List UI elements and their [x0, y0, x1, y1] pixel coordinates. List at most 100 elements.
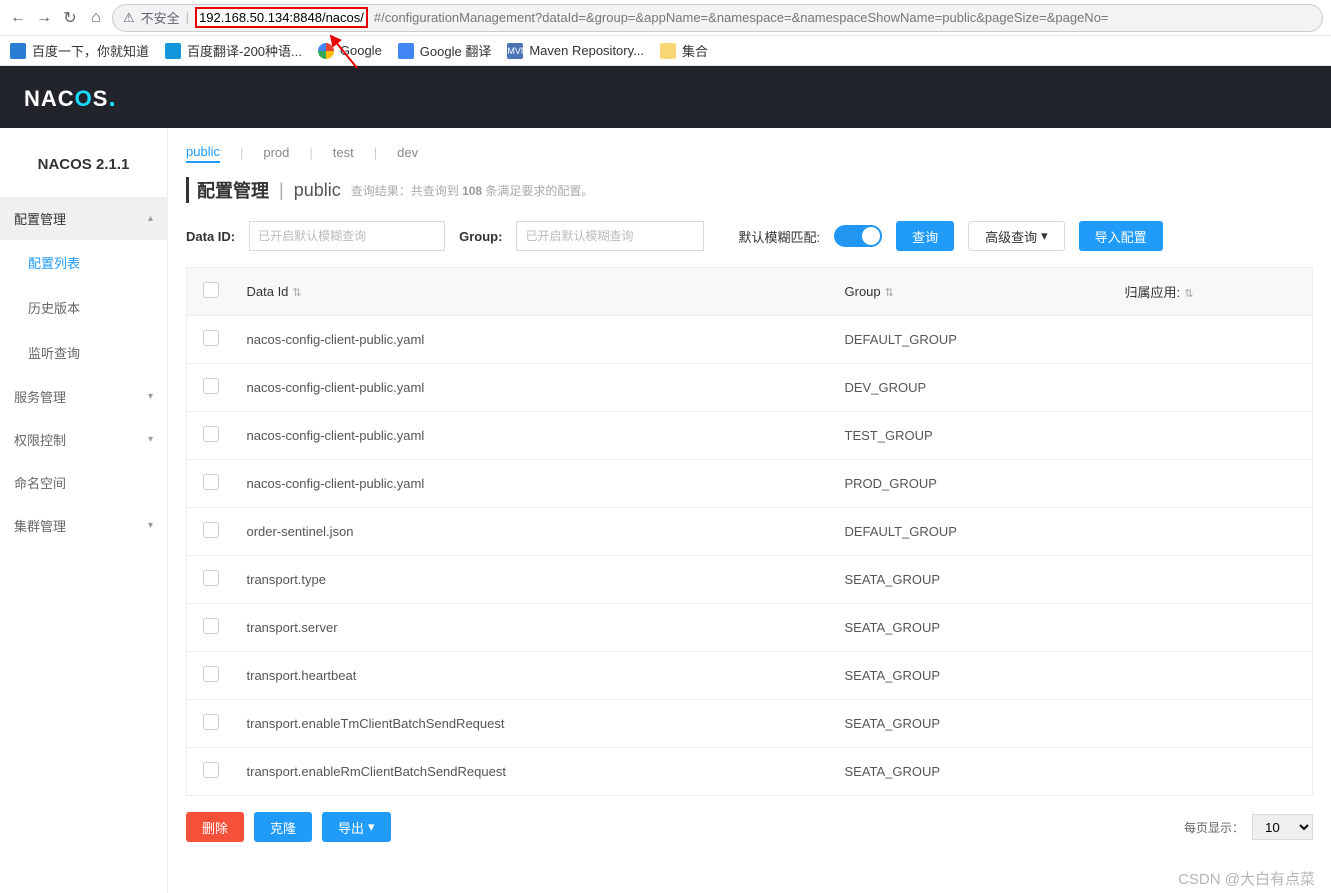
url-highlight: 192.168.50.134:8848/nacos/	[195, 7, 368, 28]
reload-icon[interactable]: ↻	[60, 8, 80, 28]
cell-app	[1113, 364, 1313, 412]
sidebar-item-config-list[interactable]: 配置列表	[0, 240, 167, 285]
cell-app	[1113, 652, 1313, 700]
table-row[interactable]: nacos-config-client-public.yaml DEV_GROU…	[187, 364, 1313, 412]
fuzzy-switch[interactable]	[834, 225, 882, 247]
row-checkbox[interactable]	[203, 618, 219, 634]
insecure-label: 不安全	[141, 8, 180, 27]
page-size-select[interactable]: 10	[1252, 814, 1313, 840]
table-row[interactable]: nacos-config-client-public.yaml DEFAULT_…	[187, 316, 1313, 364]
bookmark-maven[interactable]: MVNMaven Repository...	[507, 43, 644, 59]
menu-service[interactable]: 服务管理▾	[0, 375, 167, 418]
bookmark-label: 百度一下，你就知道	[32, 41, 149, 60]
cell-dataid: transport.enableTmClientBatchSendRequest	[235, 700, 833, 748]
ns-tab-prod[interactable]: prod	[263, 143, 289, 162]
bookmark-baidu[interactable]: 百度一下，你就知道	[10, 41, 149, 60]
version-label: NACOS 2.1.1	[0, 128, 167, 197]
table-row[interactable]: transport.type SEATA_GROUP	[187, 556, 1313, 604]
folder-icon	[660, 43, 676, 59]
cell-app	[1113, 700, 1313, 748]
table-row[interactable]: transport.enableRmClientBatchSendRequest…	[187, 748, 1313, 796]
chevron-down-icon: ▾	[1041, 228, 1048, 244]
sidebar-item-listen[interactable]: 监听查询	[0, 330, 167, 375]
menu-label: 服务管理	[14, 387, 66, 406]
forward-icon[interactable]: →	[34, 8, 54, 28]
cell-dataid: transport.enableRmClientBatchSendRequest	[235, 748, 833, 796]
maven-icon: MVN	[507, 43, 523, 59]
url-rest: #/configurationManagement?dataId=&group=…	[374, 10, 1109, 25]
table-row[interactable]: transport.enableTmClientBatchSendRequest…	[187, 700, 1313, 748]
cell-dataid: transport.server	[235, 604, 833, 652]
cell-dataid: nacos-config-client-public.yaml	[235, 460, 833, 508]
row-checkbox[interactable]	[203, 426, 219, 442]
menu-label: 命名空间	[14, 473, 66, 492]
row-checkbox[interactable]	[203, 714, 219, 730]
ns-tab-dev[interactable]: dev	[397, 143, 418, 162]
ns-tab-test[interactable]: test	[333, 143, 354, 162]
main-content: public | prod | test | dev 配置管理 | public…	[168, 128, 1331, 893]
bookmark-google-translate[interactable]: Google 翻译	[398, 41, 492, 60]
baidu-icon	[10, 43, 26, 59]
page-title-text: 配置管理	[197, 177, 269, 203]
clone-button[interactable]: 克隆	[254, 812, 312, 842]
row-checkbox[interactable]	[203, 522, 219, 538]
url-bar[interactable]: ⚠ 不安全 | 192.168.50.134:8848/nacos/#/conf…	[112, 4, 1323, 32]
col-group[interactable]: Group⇅	[833, 268, 1113, 316]
group-label: Group:	[459, 229, 502, 244]
export-button[interactable]: 导出 ▾	[322, 812, 391, 842]
select-all-checkbox[interactable]	[203, 282, 219, 298]
row-checkbox[interactable]	[203, 666, 219, 682]
chevron-down-icon: ▾	[148, 520, 153, 531]
menu-config[interactable]: 配置管理▴	[0, 197, 167, 240]
gtranslate-icon	[398, 43, 414, 59]
cell-group: DEFAULT_GROUP	[833, 316, 1113, 364]
group-input[interactable]	[516, 221, 704, 251]
insecure-icon: ⚠	[123, 10, 135, 26]
data-id-label: Data ID:	[186, 229, 235, 244]
ns-tab-public[interactable]: public	[186, 142, 220, 163]
import-button[interactable]: 导入配置	[1079, 221, 1163, 251]
table-row[interactable]: transport.heartbeat SEATA_GROUP	[187, 652, 1313, 700]
delete-button[interactable]: 删除	[186, 812, 244, 842]
menu-namespace[interactable]: 命名空间	[0, 461, 167, 504]
bookmark-label: Google	[340, 43, 382, 58]
filter-row: Data ID: Group: 默认模糊匹配: 查询 高级查询▾ 导入配置	[186, 221, 1331, 251]
col-app[interactable]: 归属应用:⇅	[1113, 268, 1313, 316]
result-hint: 查询结果：共查询到 108 条满足要求的配置。	[351, 182, 594, 199]
table-row[interactable]: nacos-config-client-public.yaml TEST_GRO…	[187, 412, 1313, 460]
menu-cluster[interactable]: 集群管理▾	[0, 504, 167, 547]
bookmark-collection[interactable]: 集合	[660, 41, 708, 60]
bookmark-baidu-fanyi[interactable]: 百度翻译-200种语...	[165, 41, 302, 60]
cell-app	[1113, 316, 1313, 364]
page-size-label: 每页显示：	[1184, 819, 1244, 836]
row-checkbox[interactable]	[203, 570, 219, 586]
bookmark-google[interactable]: Google	[318, 43, 382, 59]
back-icon[interactable]: ←	[8, 8, 28, 28]
cell-app	[1113, 412, 1313, 460]
col-dataid[interactable]: Data Id⇅	[235, 268, 833, 316]
row-checkbox[interactable]	[203, 474, 219, 490]
search-button[interactable]: 查询	[896, 221, 954, 251]
fuzzy-label: 默认模糊匹配:	[738, 227, 820, 246]
app-header: NACOS.	[0, 66, 1331, 128]
namespace-tabs: public | prod | test | dev	[186, 142, 1331, 163]
cell-group: SEATA_GROUP	[833, 652, 1113, 700]
browser-navbar: ← → ↻ ⌂ ⚠ 不安全 | 192.168.50.134:8848/naco…	[0, 0, 1331, 36]
page-title: 配置管理 | public	[186, 177, 341, 203]
menu-auth[interactable]: 权限控制▾	[0, 418, 167, 461]
cell-group: PROD_GROUP	[833, 460, 1113, 508]
table-row[interactable]: nacos-config-client-public.yaml PROD_GRO…	[187, 460, 1313, 508]
table-row[interactable]: transport.server SEATA_GROUP	[187, 604, 1313, 652]
row-checkbox[interactable]	[203, 378, 219, 394]
advanced-search-button[interactable]: 高级查询▾	[968, 221, 1065, 251]
chevron-down-icon: ▾	[148, 434, 153, 445]
sort-icon: ⇅	[885, 287, 894, 299]
config-table: Data Id⇅ Group⇅ 归属应用:⇅ nacos-config-clie…	[186, 267, 1313, 796]
table-row[interactable]: order-sentinel.json DEFAULT_GROUP	[187, 508, 1313, 556]
page-size: 每页显示： 10	[1184, 814, 1313, 840]
sidebar-item-history[interactable]: 历史版本	[0, 285, 167, 330]
row-checkbox[interactable]	[203, 330, 219, 346]
row-checkbox[interactable]	[203, 762, 219, 778]
home-icon[interactable]: ⌂	[86, 8, 106, 28]
data-id-input[interactable]	[249, 221, 445, 251]
